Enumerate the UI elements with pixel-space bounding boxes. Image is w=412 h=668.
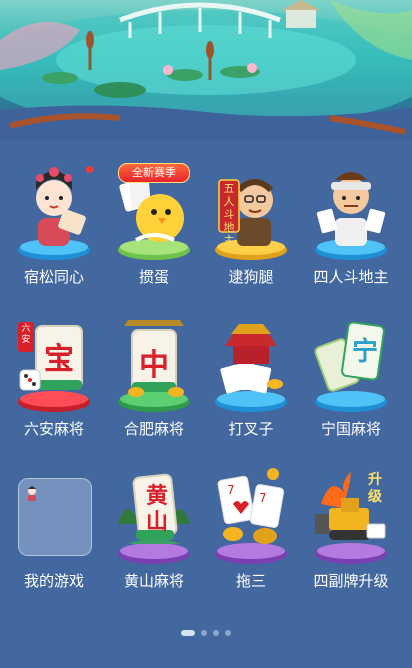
banner-scenery bbox=[0, 0, 412, 140]
tile-text: 中 bbox=[139, 348, 169, 383]
app-guandan[interactable]: 全新赛季 掼蛋 bbox=[108, 160, 200, 300]
app-label: 逮狗腿 bbox=[228, 268, 274, 286]
tile-text: 宝 bbox=[44, 342, 74, 377]
folder-my-games[interactable]: 我的游戏 bbox=[8, 464, 100, 604]
playing-cards-icon: 7 7 bbox=[211, 464, 291, 568]
app-susong-tongxin[interactable]: 宿松同心 bbox=[8, 160, 100, 300]
app-four-player-doudizhu[interactable]: 四人斗地主 bbox=[305, 160, 397, 300]
page-dot-2[interactable] bbox=[201, 629, 207, 636]
app-huangshan-mahjong[interactable]: 黄山 黄山麻将 bbox=[108, 464, 200, 604]
app-label: 掼蛋 bbox=[138, 268, 169, 286]
app-liuan-mahjong[interactable]: 宝 六安 六安麻将 bbox=[8, 312, 100, 452]
tile-text: 黄山 bbox=[145, 484, 168, 535]
sign-text: 升级 bbox=[368, 472, 382, 505]
app-label: 四人斗地主 bbox=[313, 268, 389, 286]
app-tuo-san[interactable]: 7 7 拖三 bbox=[205, 464, 297, 604]
app-label: 六安麻将 bbox=[23, 420, 84, 438]
folder-icon bbox=[18, 478, 92, 556]
app-four-deck-shengji[interactable]: 升级 四副牌升级 bbox=[305, 464, 397, 604]
app-label: 拖三 bbox=[235, 572, 266, 590]
app-row-2: 宝 六安 六安麻将 中 合肥麻将 打叉子 宁 宁国麻将 bbox=[0, 312, 412, 452]
sign-text: 五人斗地主 bbox=[223, 182, 235, 247]
app-label: 宿松同心 bbox=[23, 268, 84, 286]
app-label: 黄山麻将 bbox=[123, 572, 184, 590]
page-dot-3[interactable] bbox=[213, 629, 219, 636]
notification-dot bbox=[86, 166, 93, 173]
app-label: 宁国麻将 bbox=[320, 420, 381, 438]
page-indicator[interactable] bbox=[0, 622, 412, 636]
app-label: 打叉子 bbox=[228, 420, 274, 438]
shengji-sign: 升级 bbox=[363, 472, 387, 508]
app-hefei-mahjong[interactable]: 中 合肥麻将 bbox=[108, 312, 200, 452]
tile-glyph: 中 bbox=[132, 346, 176, 386]
new-season-badge: 全新赛季 bbox=[118, 163, 190, 183]
sign-text: 六安 bbox=[21, 324, 31, 345]
svg-text:7: 7 bbox=[259, 491, 267, 505]
page-dot-4[interactable] bbox=[225, 629, 231, 636]
app-label: 我的游戏 bbox=[23, 572, 84, 590]
app-dai-gou-tui[interactable]: 五人斗地主 逮狗腿 bbox=[205, 160, 297, 300]
opera-character-icon bbox=[14, 160, 94, 264]
app-label: 合肥麻将 bbox=[123, 420, 184, 438]
player-with-cards-icon bbox=[311, 160, 391, 264]
tile-text: 宁 bbox=[351, 337, 378, 367]
badge-text: 全新赛季 bbox=[132, 166, 176, 179]
tile-glyph: 黄山 bbox=[144, 484, 170, 540]
lotus-pond-scenery-icon bbox=[0, 0, 412, 140]
app-label: 四副牌升级 bbox=[313, 572, 389, 590]
tile-glyph: 宝 bbox=[36, 340, 82, 380]
app-row-1: 宿松同心 全新赛季 掼蛋 五人斗地主 逮狗腿 四人斗地主 bbox=[0, 160, 412, 300]
pagoda-cards-icon bbox=[211, 312, 291, 416]
app-row-3: 我的游戏 黄山 黄山麻将 7 7 拖三 升级 四副牌升级 bbox=[0, 464, 412, 604]
svg-text:7: 7 bbox=[227, 483, 235, 497]
app-ningguo-mahjong[interactable]: 宁 宁国麻将 bbox=[305, 312, 397, 452]
opera-character-mini-icon bbox=[28, 486, 36, 501]
app-da-cha-zi[interactable]: 打叉子 bbox=[205, 312, 297, 452]
tile-glyph: 宁 bbox=[347, 332, 383, 372]
liuan-sign: 六安 bbox=[18, 324, 34, 354]
five-player-sign: 五人斗地主 bbox=[219, 182, 239, 247]
page-dot-1[interactable] bbox=[181, 629, 195, 636]
